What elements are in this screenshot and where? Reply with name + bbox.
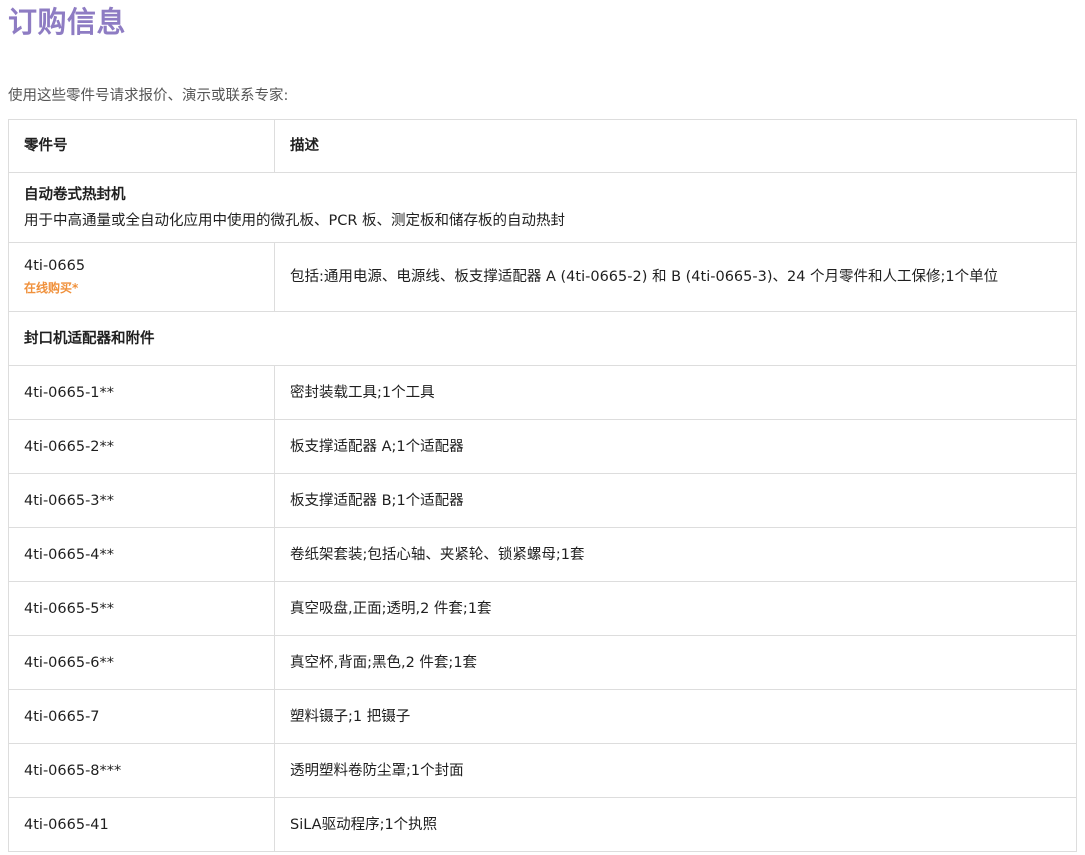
part-number-cell: 4ti-0665-6** (8, 635, 275, 690)
header-description: 描述 (274, 119, 1077, 173)
section-title: 封口机适配器和附件 (24, 330, 155, 347)
part-number-cell: 4ti-0665 在线购买* (8, 242, 275, 312)
description-cell: 塑料镊子;1 把镊子 (274, 689, 1077, 744)
section-description: 用于中高通量或全自动化应用中使用的微孔板、PCR 板、测定板和储存板的自动热封 (24, 212, 566, 229)
description-cell: 包括:通用电源、电源线、板支撑适配器 A (4ti-0665-2) 和 B (4… (274, 242, 1077, 312)
table-row: 4ti-0665-4** 卷纸架套装;包括心轴、夹紧轮、锁紧螺母;1套 (8, 527, 1077, 582)
page-title: 订购信息 (8, 5, 127, 39)
description-cell: 密封装载工具;1个工具 (274, 365, 1077, 420)
section-cell: 封口机适配器和附件 (8, 311, 1077, 366)
section-cell: 自动卷式热封机 用于中高通量或全自动化应用中使用的微孔板、PCR 板、测定板和储… (8, 172, 1077, 243)
part-number-cell: 4ti-0665-2** (8, 419, 275, 474)
ordering-table: 零件号 描述 自动卷式热封机 用于中高通量或全自动化应用中使用的微孔板、PCR … (8, 119, 1077, 852)
description-cell: 卷纸架套装;包括心轴、夹紧轮、锁紧螺母;1套 (274, 527, 1077, 582)
section-row-adapters: 封口机适配器和附件 (8, 311, 1077, 366)
description-cell: 板支撑适配器 A;1个适配器 (274, 419, 1077, 474)
table-row: 4ti-0665-7 塑料镊子;1 把镊子 (8, 689, 1077, 744)
part-number: 4ti-0665 (24, 258, 86, 274)
table-row: 4ti-0665-5** 真空吸盘,正面;透明,2 件套;1套 (8, 581, 1077, 636)
part-number-cell: 4ti-0665-5** (8, 581, 275, 636)
table-row: 4ti-0665-1** 密封装载工具;1个工具 (8, 365, 1077, 420)
part-number-cell: 4ti-0665-7 (8, 689, 275, 744)
section-row-sealer: 自动卷式热封机 用于中高通量或全自动化应用中使用的微孔板、PCR 板、测定板和储… (8, 172, 1077, 243)
table-header-row: 零件号 描述 (8, 119, 1077, 173)
description-cell: 真空杯,背面;黑色,2 件套;1套 (274, 635, 1077, 690)
section-title: 自动卷式热封机 (24, 186, 126, 203)
part-number-cell: 4ti-0665-41 (8, 797, 275, 852)
table-row: 4ti-0665-3** 板支撑适配器 B;1个适配器 (8, 473, 1077, 528)
description-cell: 真空吸盘,正面;透明,2 件套;1套 (274, 581, 1077, 636)
table-row: 4ti-0665-6** 真空杯,背面;黑色,2 件套;1套 (8, 635, 1077, 690)
description-cell: 板支撑适配器 B;1个适配器 (274, 473, 1077, 528)
part-number-cell: 4ti-0665-4** (8, 527, 275, 582)
table-row: 4ti-0665 在线购买* 包括:通用电源、电源线、板支撑适配器 A (4ti… (8, 242, 1077, 312)
part-number-cell: 4ti-0665-1** (8, 365, 275, 420)
part-number-cell: 4ti-0665-3** (8, 473, 275, 528)
description-cell: 透明塑料卷防尘罩;1个封面 (274, 743, 1077, 798)
intro-text: 使用这些零件号请求报价、演示或联系专家: (8, 88, 289, 104)
description-cell: SiLA驱动程序;1个执照 (274, 797, 1077, 852)
buy-online-link[interactable]: 在线购买* (24, 278, 259, 298)
part-number-cell: 4ti-0665-8*** (8, 743, 275, 798)
header-part-number: 零件号 (8, 119, 275, 173)
table-row: 4ti-0665-41 SiLA驱动程序;1个执照 (8, 797, 1077, 852)
table-row: 4ti-0665-2** 板支撑适配器 A;1个适配器 (8, 419, 1077, 474)
table-row: 4ti-0665-8*** 透明塑料卷防尘罩;1个封面 (8, 743, 1077, 798)
